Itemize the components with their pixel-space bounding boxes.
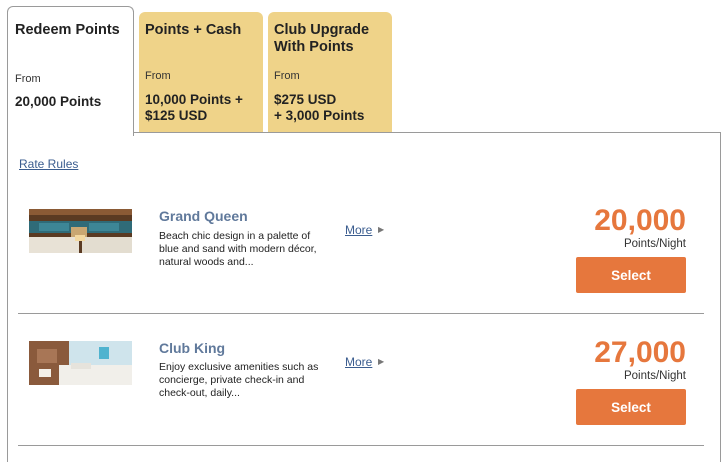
- select-button[interactable]: Select: [576, 389, 686, 425]
- tab-title-line1: Club Upgrade: [274, 22, 370, 38]
- room-row: Grand Queen Beach chic design in a palet…: [18, 200, 704, 300]
- points-price: 27,000: [594, 336, 686, 369]
- select-button[interactable]: Select: [576, 257, 686, 293]
- tab-points-cash[interactable]: Points + Cash From 10,000 Points + $125 …: [139, 12, 263, 132]
- room-description: Enjoy exclusive amenities such as concie…: [159, 361, 339, 400]
- tab-from-label: From: [274, 70, 300, 82]
- points-unit: Points/Night: [623, 238, 686, 250]
- divider: [18, 313, 704, 314]
- description-line: natural woods and...: [159, 256, 254, 268]
- room-name[interactable]: Club King: [159, 340, 225, 356]
- tab-title: Points + Cash: [145, 22, 242, 38]
- rate-rules-link[interactable]: Rate Rules: [19, 157, 78, 171]
- chevron-right-icon: ▶: [378, 357, 385, 366]
- description-line: blue and sand with modern décor,: [159, 243, 317, 255]
- description-line: Beach chic design in a palette of: [159, 230, 311, 242]
- tab-price-line1: $275 USD: [274, 92, 337, 107]
- points-unit: Points/Night: [623, 370, 686, 382]
- chevron-right-icon: ▶: [378, 225, 385, 234]
- room-description: Beach chic design in a palette of blue a…: [159, 230, 339, 269]
- tab-price-line2: $125 USD: [145, 108, 208, 123]
- room-thumbnail: [29, 209, 132, 253]
- points-price: 20,000: [594, 204, 686, 237]
- room-image-grand-queen: [29, 209, 132, 253]
- more-link[interactable]: More: [345, 223, 372, 237]
- description-line: Enjoy exclusive amenities such as: [159, 361, 319, 373]
- room-row: Club King Enjoy exclusive amenities such…: [18, 332, 704, 432]
- description-line: concierge, private check-in and: [159, 374, 305, 386]
- room-name[interactable]: Grand Queen: [159, 208, 248, 224]
- tab-redeem-points[interactable]: Redeem Points From 20,000 Points: [7, 6, 134, 136]
- tab-club-upgrade[interactable]: Club Upgrade With Points From $275 USD +…: [268, 12, 392, 132]
- room-thumbnail: [29, 341, 132, 385]
- divider: [18, 445, 704, 446]
- tab-title: Redeem Points: [15, 22, 120, 38]
- room-image-club-king: [29, 341, 132, 385]
- tab-price-line1: 10,000 Points +: [145, 92, 243, 107]
- tab-title-line2: With Points: [274, 39, 354, 55]
- more-link[interactable]: More: [345, 355, 372, 369]
- tab-from-label: From: [15, 73, 41, 85]
- tab-from-label: From: [145, 70, 171, 82]
- tab-price: 20,000 Points: [15, 94, 102, 109]
- description-line: check-out, daily...: [159, 387, 240, 399]
- tab-price-line2: + 3,000 Points: [274, 108, 365, 123]
